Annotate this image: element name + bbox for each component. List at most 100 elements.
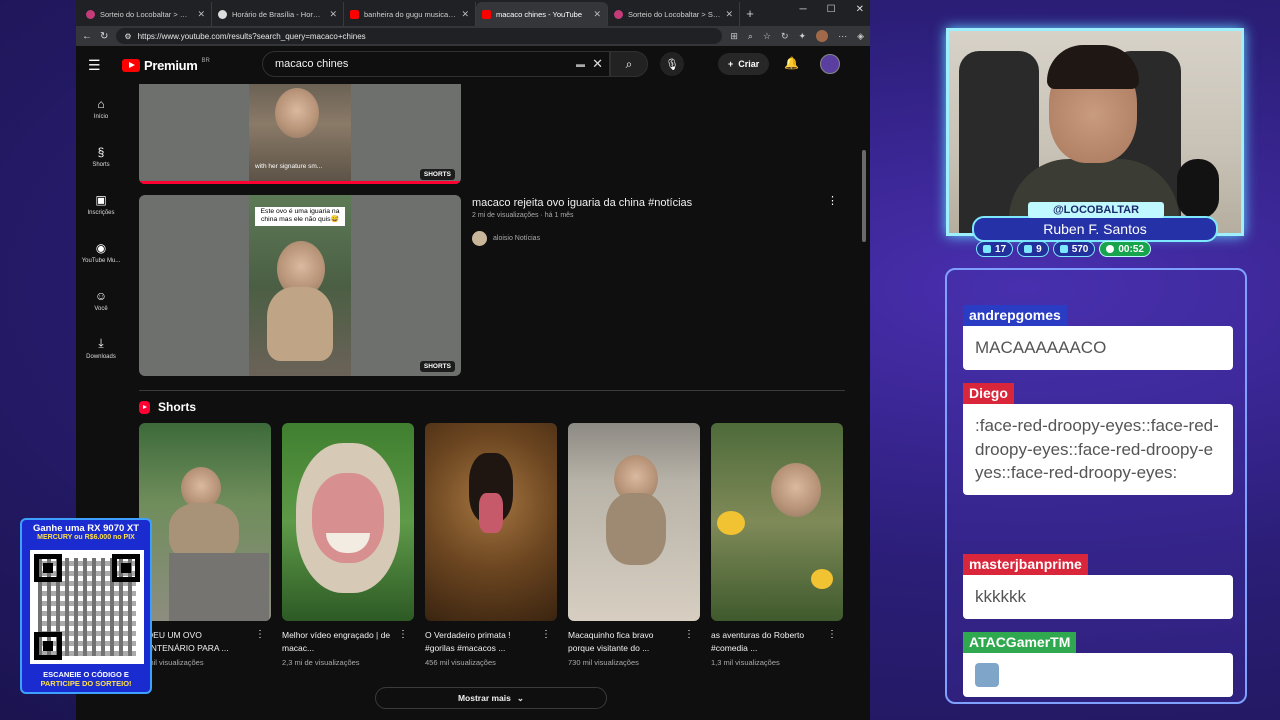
close-icon[interactable]: ✕ xyxy=(725,9,733,20)
site-info-icon[interactable]: ⚙ xyxy=(124,32,131,41)
sidebar-item-subscriptions[interactable]: ▣ Inscrições xyxy=(76,180,126,228)
zoom-icon[interactable]: ⌕ xyxy=(748,31,753,42)
streamer-nameplate: Ruben F. Santos @LOCOBALTAR 17 9 570 00:… xyxy=(972,200,1218,258)
short-thumbnail[interactable] xyxy=(711,423,843,621)
browser-tab[interactable]: Sorteio do Locobaltar > Sorte... ✕ xyxy=(608,2,740,26)
subscriptions-icon: ▣ xyxy=(95,192,107,207)
short-thumbnail[interactable] xyxy=(139,423,271,621)
more-options-icon[interactable]: ⋮ xyxy=(541,629,551,640)
window-controls: ─ ☐ ✕ xyxy=(800,4,864,15)
sidebar-item-home[interactable]: ⌂ Início xyxy=(76,84,126,132)
short-card[interactable]: as aventuras do Roberto #comedia ... 1,3… xyxy=(711,423,843,667)
sidebar-item-shorts[interactable]: § Shorts xyxy=(76,132,126,180)
bookmark-star-icon[interactable]: ☆ xyxy=(763,31,771,42)
close-icon[interactable]: ✕ xyxy=(197,9,205,20)
chevron-down-icon: ⌄ xyxy=(516,692,525,703)
short-title[interactable]: as aventuras do Roberto #comedia ... xyxy=(711,629,823,655)
more-options-icon[interactable]: ⋮ xyxy=(255,629,265,640)
short-title[interactable]: O Verdadeiro primata ! #gorilas #macacos… xyxy=(425,629,537,655)
profile-avatar[interactable] xyxy=(816,30,829,42)
watch-progress-bar xyxy=(139,181,461,184)
browser-tab[interactable]: Sorteio do Locobaltar > Dado... ✕ xyxy=(80,2,212,26)
sidebar-item-label: Downloads xyxy=(86,354,116,360)
sidebar-item-downloads[interactable]: ⤓ Downloads xyxy=(76,324,126,372)
tab-bar: Sorteio do Locobaltar > Dado... ✕ Horário… xyxy=(76,0,870,26)
browser-tab[interactable]: banheira do gugu musica - Yo... ✕ xyxy=(344,2,476,26)
rock xyxy=(169,553,269,621)
chat-text: kkkkkk xyxy=(963,575,1233,619)
search-button[interactable]: ⌕ xyxy=(610,51,648,77)
browser-tab[interactable]: Horário de Brasília - Hora Cert... ✕ xyxy=(212,2,344,26)
hamburger-menu-icon[interactable]: ☰ xyxy=(88,57,112,74)
chat-username: andrepgomes xyxy=(963,305,1067,326)
refresh-icon[interactable]: ↻ xyxy=(781,31,789,42)
keyboard-icon[interactable]: ▬ xyxy=(576,59,585,69)
sidebar-item-label: Inscrições xyxy=(87,209,115,216)
sidebar-item-youtube-music[interactable]: ◉ YouTube Mu... xyxy=(76,228,126,276)
close-window-icon[interactable]: ✕ xyxy=(856,4,864,15)
reload-icon[interactable]: ↻ xyxy=(100,31,108,42)
browser-toolbar-icons: ⊞ ⌕ ☆ ↻ ✦ ⋯ ◈ xyxy=(730,30,864,42)
youtube-header: ☰ Premium BR macaco chines ▬ ✕ ⌕ 🎙 + Cria… xyxy=(76,46,870,84)
copilot-icon[interactable]: ◈ xyxy=(857,31,864,42)
qr-finder xyxy=(112,554,140,582)
close-icon[interactable]: ✕ xyxy=(461,9,469,20)
video-title[interactable]: macaco rejeita ovo iguaria da china #not… xyxy=(472,197,692,209)
extension-icon[interactable]: ✦ xyxy=(799,31,807,42)
heart-icon xyxy=(1059,245,1068,253)
short-thumbnail[interactable] xyxy=(568,423,700,621)
channel-link[interactable]: aloisio Notícias xyxy=(472,231,540,246)
short-card[interactable]: E DEU UM OVO CENTENÁRIO PARA ... ... mil… xyxy=(139,423,271,667)
short-card[interactable]: Melhor vídeo engraçado | de macac... 2,3… xyxy=(282,423,414,667)
giveaway-title: Ganhe uma RX 9070 XT xyxy=(32,523,140,534)
video-thumbnail[interactable]: with her signature sm... SHORTS xyxy=(139,84,461,184)
menu-dots-icon[interactable]: ⋯ xyxy=(838,31,847,42)
shorts-badge: SHORTS xyxy=(419,361,455,372)
clock-icon xyxy=(1106,245,1115,253)
user-icon: ☺ xyxy=(94,288,108,303)
close-icon[interactable]: ✕ xyxy=(329,9,337,20)
more-options-icon[interactable]: ⋮ xyxy=(827,629,837,640)
tab-favicon-icon xyxy=(350,9,359,19)
short-thumbnail[interactable] xyxy=(282,423,414,621)
new-tab-button[interactable]: + xyxy=(740,2,760,26)
chat-text: :face-red-droopy-eyes::face-red-droopy-e… xyxy=(963,404,1233,495)
create-button[interactable]: + Criar xyxy=(718,53,770,75)
short-title[interactable]: E DEU UM OVO CENTENÁRIO PARA ... xyxy=(139,629,251,655)
youtube-logo[interactable]: Premium BR xyxy=(122,58,210,73)
account-avatar[interactable] xyxy=(820,54,840,74)
more-options-icon[interactable]: ⋮ xyxy=(827,194,838,207)
short-title[interactable]: Melhor vídeo engraçado | de macac... xyxy=(282,629,394,655)
short-thumbnail[interactable] xyxy=(425,423,557,621)
sidebar-item-you[interactable]: ☺ Você xyxy=(76,276,126,324)
close-icon[interactable]: ✕ xyxy=(593,9,601,20)
more-options-icon[interactable]: ⋮ xyxy=(398,629,408,640)
stat-badge: 17 xyxy=(976,241,1014,257)
install-app-icon[interactable]: ⊞ xyxy=(730,31,738,42)
voice-search-button[interactable]: 🎙 xyxy=(660,52,684,76)
search-results: with her signature sm... SHORTS Este ovo… xyxy=(139,84,849,720)
sidebar-item-label: Início xyxy=(93,113,109,120)
show-more-button[interactable]: Mostrar mais ⌄ xyxy=(375,687,607,709)
notifications-bell-icon[interactable]: 🔔 xyxy=(784,56,799,70)
short-views: 1,3 mil visualizações xyxy=(711,658,780,667)
monkey-body xyxy=(606,493,666,565)
back-icon[interactable]: ← xyxy=(82,31,92,42)
qr-finder xyxy=(34,554,62,582)
address-bar[interactable]: ⚙ https://www.youtube.com/results?search… xyxy=(116,28,723,44)
search-input[interactable]: macaco chines ▬ ✕ xyxy=(262,51,610,77)
monkey-body xyxy=(267,287,333,361)
tab-favicon-icon xyxy=(218,9,227,19)
short-card[interactable]: Macaquinho fica bravo porque visitante d… xyxy=(568,423,700,667)
scrollbar-thumb[interactable] xyxy=(862,150,866,242)
short-card[interactable]: O Verdadeiro primata ! #gorilas #macacos… xyxy=(425,423,557,667)
more-options-icon[interactable]: ⋮ xyxy=(684,629,694,640)
maximize-icon[interactable]: ☐ xyxy=(827,4,836,15)
short-title[interactable]: Macaquinho fica bravo porque visitante d… xyxy=(568,629,680,655)
minimize-icon[interactable]: ─ xyxy=(800,4,807,15)
scrollbar[interactable] xyxy=(862,50,868,710)
video-thumbnail[interactable]: Este ovo é uma iguaria na china mas ele … xyxy=(139,195,461,376)
browser-tab-active[interactable]: macaco chines - YouTube ✕ xyxy=(476,2,608,26)
monkey-image xyxy=(771,463,821,517)
clear-search-icon[interactable]: ✕ xyxy=(592,56,603,72)
